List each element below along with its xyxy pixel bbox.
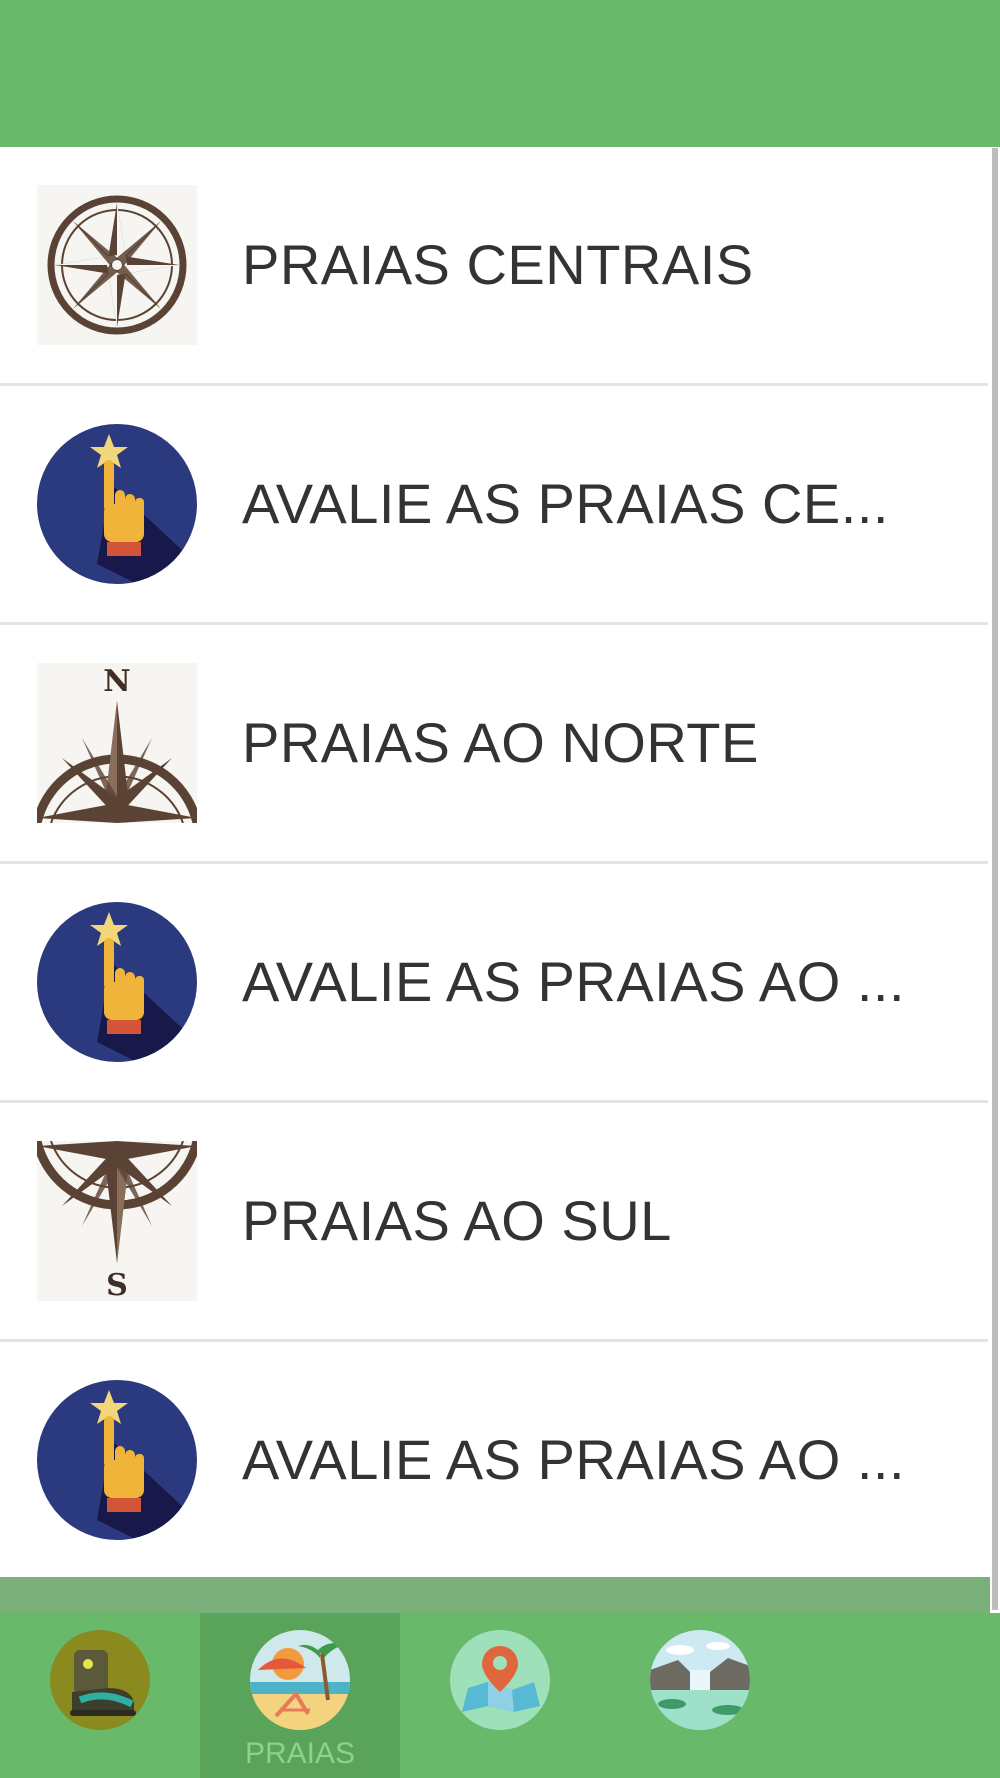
- rate-star-hand-icon: [37, 1380, 197, 1540]
- list-item-rate-south-beaches[interactable]: AVALIE AS PRAIAS AO ...: [0, 1342, 988, 1577]
- app-header: [0, 0, 1000, 147]
- compass-north-icon: N: [37, 663, 197, 823]
- list-item-rate-north-beaches[interactable]: AVALIE AS PRAIAS AO ...: [0, 864, 988, 1103]
- compass-rose-icon: [37, 185, 197, 345]
- list-footer-band: [0, 1577, 990, 1613]
- tab-trails[interactable]: [0, 1613, 200, 1778]
- waterfall-landscape-icon: [650, 1630, 750, 1730]
- beach-icon: [250, 1630, 350, 1730]
- tab-map[interactable]: [400, 1613, 600, 1778]
- hiking-boot-icon: [50, 1630, 150, 1730]
- list-item-praias-centrais[interactable]: PRAIAS CENTRAIS: [0, 147, 988, 386]
- bottom-tab-bar: PRAIAS: [0, 1613, 1000, 1778]
- tab-beaches[interactable]: PRAIAS: [200, 1613, 400, 1778]
- south-letter: S: [106, 1268, 128, 1301]
- rate-star-hand-icon: [37, 424, 197, 584]
- beach-menu-list: PRAIAS CENTRAIS AVALIE AS PRAIAS CE... N…: [0, 147, 988, 1577]
- tab-waterfalls[interactable]: [600, 1613, 800, 1778]
- list-item-label: PRAIAS AO SUL: [242, 1189, 672, 1252]
- list-item-praias-ao-norte[interactable]: N PRAIAS AO NORTE: [0, 625, 988, 864]
- list-item-label: PRAIAS CENTRAIS: [242, 233, 754, 296]
- compass-south-icon: S: [37, 1141, 197, 1301]
- list-item-label: AVALIE AS PRAIAS AO ...: [242, 1428, 906, 1491]
- scrollbar-thumb[interactable]: [992, 148, 998, 1610]
- list-item-label: AVALIE AS PRAIAS CE...: [242, 472, 889, 535]
- list-item-label: AVALIE AS PRAIAS AO ...: [242, 950, 906, 1013]
- tab-label: PRAIAS: [244, 1737, 356, 1770]
- map-pin-icon: [450, 1630, 550, 1730]
- list-item-praias-ao-sul[interactable]: S PRAIAS AO SUL: [0, 1103, 988, 1342]
- north-letter: N: [103, 664, 130, 699]
- list-item-label: PRAIAS AO NORTE: [242, 711, 759, 774]
- rate-star-hand-icon: [37, 902, 197, 1062]
- list-item-rate-central-beaches[interactable]: AVALIE AS PRAIAS CE...: [0, 386, 988, 625]
